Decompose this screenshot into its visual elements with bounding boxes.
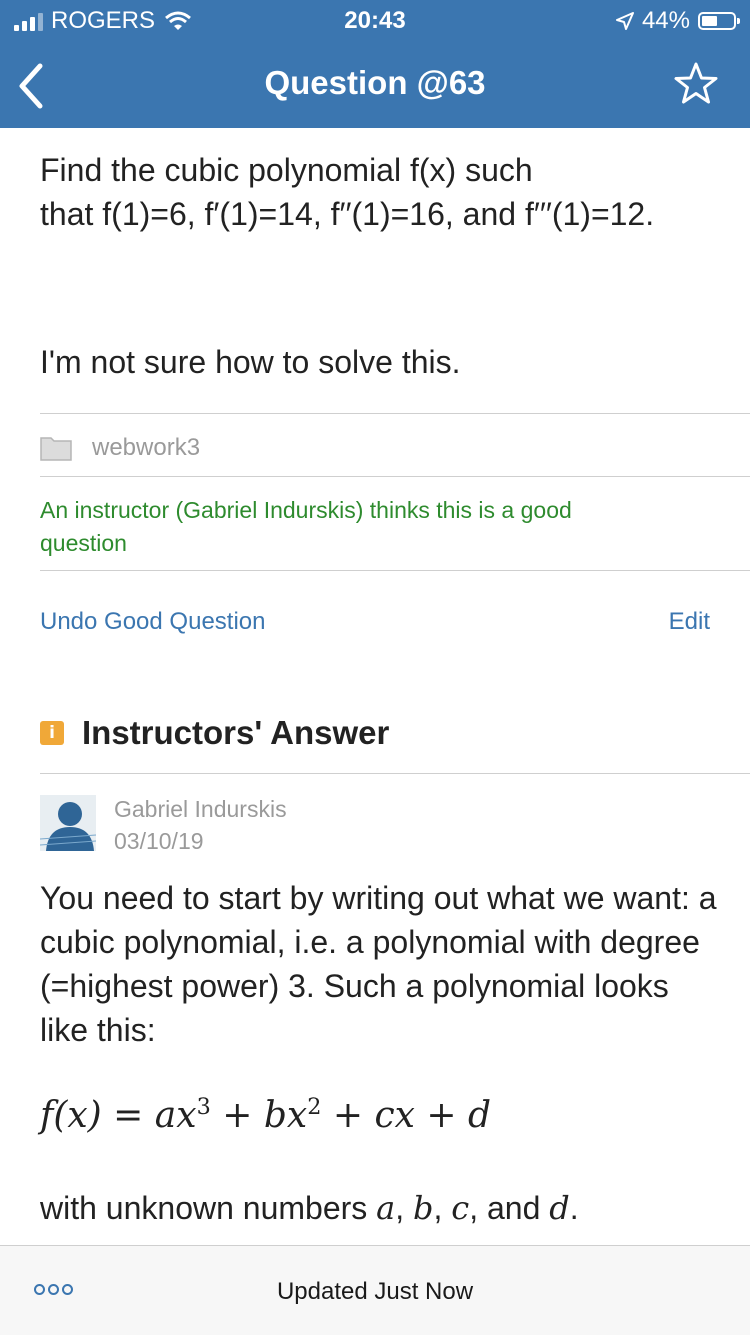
top-bar: ROGERS 20:43 44% Question @63 <box>0 0 750 128</box>
question-body: Find the cubic polynomial f(x) such that… <box>40 148 730 236</box>
avatar[interactable] <box>40 795 96 851</box>
formula-plus: + <box>426 1095 457 1136</box>
formula-exponent: 2 <box>307 1094 322 1120</box>
folder-tag[interactable]: webwork3 <box>40 428 200 468</box>
undo-good-question-link[interactable]: Undo Good Question <box>40 608 265 636</box>
star-icon[interactable] <box>672 60 720 108</box>
question-note: I'm not sure how to solve this. <box>40 344 461 380</box>
answer-closing: with unknown numbers a, b, c, and d. <box>40 1186 579 1230</box>
polynomial-formula: f(x) = ax3 + bx2 + cx + d <box>40 1094 491 1136</box>
divider <box>40 570 750 571</box>
folder-icon <box>40 437 72 461</box>
edit-link[interactable]: Edit <box>669 608 710 636</box>
author-name: Gabriel Indurskis <box>114 796 287 822</box>
var-a: a <box>376 1189 396 1227</box>
answer-paragraph: You need to start by writing out what we… <box>40 880 717 1048</box>
nav-bar: Question @63 <box>0 44 750 128</box>
formula-equals: = <box>113 1095 144 1136</box>
closing-end: . <box>569 1190 579 1226</box>
question-line-1: Find the cubic polynomial f(x) such <box>40 152 533 188</box>
divider <box>40 413 750 414</box>
instructor-badge-icon: i <box>40 721 64 745</box>
formula-lhs: f(x) <box>40 1095 102 1136</box>
formula-term: cx <box>374 1095 415 1136</box>
status-right: 44% <box>615 7 740 35</box>
answer-date: 03/10/19 <box>114 828 204 854</box>
battery-percent: 44% <box>641 7 690 34</box>
answer-heading: Instructors' Answer <box>82 714 390 751</box>
status-bar: ROGERS 20:43 44% <box>0 0 750 40</box>
closing-sep: , <box>433 1190 452 1226</box>
formula-plus: + <box>222 1095 253 1136</box>
divider <box>40 773 750 774</box>
endorsement-text: An instructor (Gabriel Indurskis) thinks… <box>40 497 572 556</box>
battery-icon <box>698 12 740 30</box>
divider <box>40 476 750 477</box>
update-status: Updated Just Now <box>276 1278 474 1305</box>
var-b: b <box>413 1189 434 1227</box>
answer-header: i Instructors' Answer <box>40 714 389 752</box>
question-line-2: that f(1)=6, f′(1)=14, f′′(1)=16, and f′… <box>40 196 655 232</box>
closing-sep: , and <box>469 1190 550 1226</box>
location-arrow-icon <box>615 12 634 30</box>
formula-term: ax <box>154 1095 197 1136</box>
formula-exponent: 3 <box>196 1094 211 1120</box>
bottom-bar: Updated Just Now <box>0 1245 750 1335</box>
folder-label: webwork3 <box>92 434 201 461</box>
var-c: c <box>451 1189 470 1227</box>
author-row: Gabriel Indurskis 03/10/19 <box>40 795 287 857</box>
formula-plus: + <box>332 1095 364 1136</box>
page-title: Question @63 <box>264 64 486 101</box>
formula-term: d <box>468 1095 492 1136</box>
formula-term: bx <box>263 1095 308 1136</box>
var-d: d <box>549 1189 570 1227</box>
author-meta: Gabriel Indurskis 03/10/19 <box>114 793 287 857</box>
closing-prefix: with unknown numbers <box>40 1190 377 1226</box>
closing-sep: , <box>395 1190 414 1226</box>
